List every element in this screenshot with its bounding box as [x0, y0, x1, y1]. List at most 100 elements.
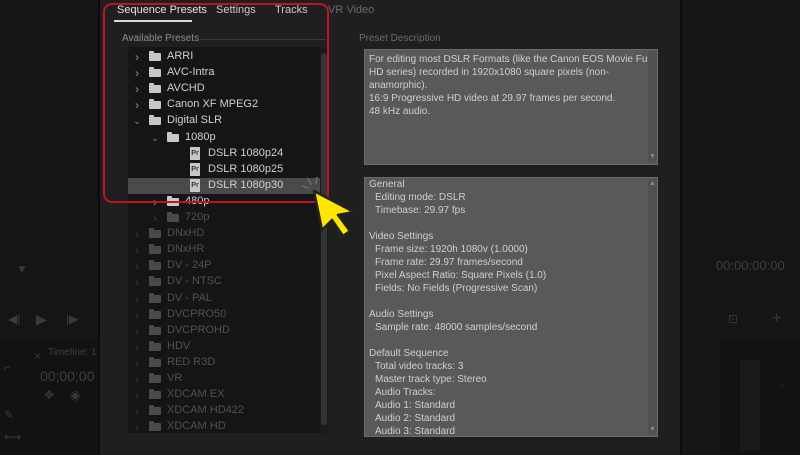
preset-tree-item-label: AVCHD [167, 82, 205, 95]
preset-tree-item[interactable]: › DV - PAL [128, 291, 320, 307]
chevron-right-icon[interactable]: › [132, 97, 142, 113]
preset-description-label: Preset Description [359, 33, 441, 44]
preset-tree-item-label: Canon XF MPEG2 [167, 98, 259, 111]
description-scroll-down-icon[interactable]: ▼ [649, 153, 678, 160]
detail-section-heading [369, 295, 653, 308]
folder-icon [149, 228, 161, 239]
chevron-right-icon[interactable]: › [132, 274, 142, 290]
preset-tree-item[interactable]: › AVCHD [128, 81, 320, 97]
chevron-down-icon[interactable]: ⌄ [150, 130, 160, 146]
tree-scrollbar-thumb[interactable] [321, 53, 327, 425]
preset-tree-item[interactable]: Pr DSLR 1080p24 [128, 146, 320, 162]
details-scroll-down-icon[interactable]: ▼ [649, 426, 678, 433]
bg-snap-icon: ✥ [44, 388, 55, 402]
chevron-right-icon[interactable]: › [150, 210, 160, 226]
description-line: For editing most DSLR Formats (like the … [369, 54, 652, 65]
chevron-right-icon[interactable]: › [132, 65, 142, 81]
preset-tree-item[interactable]: › DV - NTSC [128, 274, 320, 290]
preset-tree-item[interactable]: Pr DSLR 1080p30 [128, 177, 320, 194]
chevron-right-icon[interactable]: › [132, 403, 142, 419]
tab-settings[interactable]: Settings [216, 4, 256, 16]
chevron-right-icon[interactable]: › [132, 339, 142, 355]
preset-tree-item[interactable]: › ARRI [128, 49, 320, 65]
detail-value-line: Sample rate: 48000 samples/second [375, 322, 538, 333]
preset-tree-item-label: DNxHR [167, 243, 205, 256]
preset-tree-item-label: Digital SLR [167, 114, 223, 127]
preset-tree-item[interactable]: › XDCAM HD [128, 419, 320, 433]
folder-icon [149, 292, 161, 303]
preset-tree[interactable]: › ARRI › AVC-Intra › AVCHD › Canon XF MPEG2 ⌄ Dig… [128, 47, 320, 433]
preset-tree-item[interactable]: Pr DSLR 1080p25 [128, 162, 320, 178]
preset-tree-item[interactable]: › DV - 24P [128, 258, 320, 274]
tab-vr-video[interactable]: VR Video [328, 4, 374, 16]
chevron-right-icon[interactable]: › [132, 323, 142, 339]
chevron-right-icon[interactable]: › [132, 371, 142, 387]
preset-file-icon: Pr [190, 146, 200, 160]
chevron-right-icon[interactable]: › [132, 81, 142, 97]
preset-tree-item-label: DV - 24P [167, 259, 212, 272]
preset-tree-item-label: XDCAM EX [167, 388, 225, 401]
tree-scrollbar[interactable] [320, 47, 328, 433]
preset-tree-item-label: 480p [185, 194, 210, 207]
bg-tool-icon-3: ⟷ [4, 430, 22, 444]
preset-tree-item-label: 720p [185, 211, 210, 223]
folder-icon [149, 99, 161, 110]
bg-meter-scale: - [780, 380, 783, 390]
available-presets-divider [200, 39, 326, 40]
detail-value-line: Frame size: 1920h 1080v (1.0000) [375, 244, 528, 255]
folder-icon [149, 51, 161, 61]
chevron-right-icon[interactable]: › [132, 242, 142, 258]
preset-tree-item[interactable]: › 720p [128, 210, 320, 226]
preset-tree-item-label: DVCPRO50 [167, 307, 227, 320]
detail-value-line: Editing mode: DSLR [375, 192, 466, 203]
preset-details-box: General Editing mode: DSLR Timebase: 29.97… [364, 177, 658, 437]
details-scroll-up-icon[interactable]: ▲ [649, 180, 678, 187]
chevron-right-icon[interactable]: › [132, 387, 142, 403]
bg-tool-icon-2: ✎ [4, 408, 15, 422]
preset-tree-item-label: VR [167, 372, 183, 384]
preset-tree-item[interactable]: ⌄ Digital SLR [128, 113, 320, 129]
chevron-right-icon[interactable]: › [132, 49, 142, 65]
description-scrollbar[interactable] [648, 51, 657, 163]
preset-tree-item[interactable]: › XDCAM HD422 [128, 403, 320, 419]
detail-value-line: Pixel Aspect Ratio: Square Pixels (1.0) [375, 270, 547, 281]
chevron-right-icon[interactable]: › [132, 307, 142, 323]
preset-tree-item[interactable]: › XDCAM EX [128, 387, 320, 403]
folder-icon [149, 260, 161, 271]
preset-tree-item[interactable]: › RED R3D [128, 355, 320, 371]
preset-tree-item[interactable]: › DNxHD [128, 226, 320, 242]
tab-tracks[interactable]: Tracks [275, 4, 308, 16]
preset-tree-item[interactable]: › HDV [128, 339, 320, 355]
preset-tree-item[interactable]: › AVC-Intra [128, 65, 320, 81]
bg-right-lower-panel [720, 340, 800, 455]
folder-icon [149, 405, 161, 416]
folder-icon [149, 276, 161, 287]
preset-tree-item-label: ARRI [167, 50, 194, 62]
folder-icon [149, 115, 161, 126]
preset-tree-item[interactable]: › DNxHR [128, 242, 320, 258]
folder-icon [167, 131, 179, 142]
preset-tree-item-label: DV - NTSC [167, 275, 222, 288]
chevron-right-icon[interactable]: › [150, 194, 160, 210]
description-line: HD series) recorded in 1920x1080 square … [369, 67, 610, 78]
folder-icon [149, 421, 161, 432]
preset-tree-item[interactable]: › VR [128, 371, 320, 387]
chevron-down-icon[interactable]: ⌄ [132, 113, 142, 129]
detail-section-heading: General [369, 179, 405, 190]
preset-tree-item[interactable]: ⌄ 1080p [128, 130, 320, 146]
preset-tree-item[interactable]: › DVCPRO50 [128, 307, 320, 323]
chevron-right-icon[interactable]: › [132, 291, 142, 307]
chevron-right-icon[interactable]: › [132, 355, 142, 371]
chevron-right-icon[interactable]: › [132, 419, 142, 433]
tab-sequence-presets[interactable]: Sequence Presets [117, 4, 207, 16]
chevron-right-icon[interactable]: › [132, 258, 142, 274]
preset-tree-item-label: DNxHD [167, 227, 205, 240]
bg-play-icon: ▶ [36, 311, 47, 327]
preset-tree-item[interactable]: › 480p [128, 194, 320, 210]
chevron-right-icon[interactable]: › [132, 226, 142, 242]
preset-tree-item[interactable]: › DVCPROHD [128, 323, 320, 339]
details-scrollbar[interactable] [648, 179, 657, 435]
preset-tree-item[interactable]: › Canon XF MPEG2 [128, 97, 320, 113]
tab-bar: Sequence Presets Settings Tracks VR Vide… [100, 0, 680, 24]
folder-icon [149, 324, 161, 335]
